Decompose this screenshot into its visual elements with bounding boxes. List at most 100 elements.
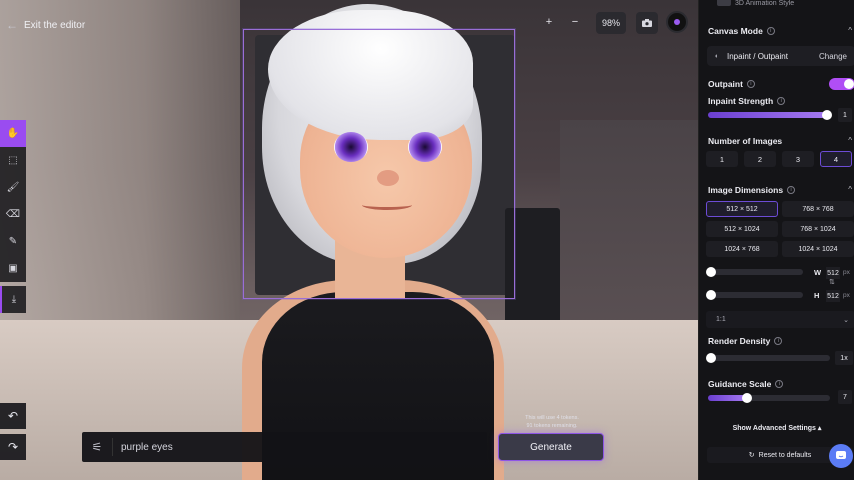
- token-note-line1: This will use 4 tokens.: [525, 415, 579, 421]
- num-images-options: 1 2 3 4: [706, 151, 852, 167]
- num-images-option-2[interactable]: 2: [744, 151, 776, 167]
- exit-editor-label: Exit the editor: [24, 19, 86, 31]
- image-dimensions-title: Image Dimensions i: [708, 185, 796, 195]
- background-window: [0, 0, 240, 330]
- sliders-icon[interactable]: ⚟: [82, 440, 112, 454]
- info-icon[interactable]: i: [766, 27, 775, 35]
- canvas-mode-title: Canvas Mode i: [708, 26, 775, 36]
- chevron-down-icon: ⌄: [843, 316, 849, 324]
- chat-support-icon[interactable]: [829, 444, 853, 468]
- dimension-option[interactable]: 1024 × 1024: [782, 241, 854, 257]
- num-images-option-1[interactable]: 1: [706, 151, 738, 167]
- generate-button[interactable]: Generate: [498, 433, 604, 461]
- swap-icon[interactable]: ⇅: [829, 278, 835, 286]
- outpaint-toggle[interactable]: [829, 78, 854, 90]
- slider-fill: [708, 112, 828, 118]
- num-images-title: Number of Images: [708, 136, 782, 146]
- dimension-option[interactable]: 768 × 768: [782, 201, 854, 217]
- slider-knob[interactable]: [742, 393, 753, 403]
- render-density-slider[interactable]: [706, 353, 830, 363]
- height-unit: px: [843, 292, 850, 299]
- info-icon[interactable]: i: [777, 97, 786, 105]
- aspect-ratio-value: 1:1: [716, 316, 726, 323]
- style-name: 3D Animation Style: [735, 0, 795, 7]
- render-density-label: Render Density: [708, 336, 771, 346]
- canvas-mode-value: Inpaint / Outpaint: [727, 51, 788, 61]
- selection-frame[interactable]: [243, 29, 515, 299]
- canvas-mode-label: Canvas Mode: [708, 26, 763, 36]
- outpaint-title: Outpaint i: [708, 79, 755, 89]
- editor-canvas[interactable]: ← Exit the editor + − 98% ✋ ⬚ 🖌 ⌫ ✎ ▣ ⤓ …: [0, 0, 698, 480]
- dimension-options: 512 × 512 768 × 768 512 × 1024 768 × 102…: [706, 201, 854, 257]
- reset-defaults-label: Reset to defaults: [758, 451, 812, 459]
- chevron-up-icon[interactable]: ^: [848, 136, 852, 145]
- arrow-left-icon: ←: [6, 18, 18, 32]
- slider-knob[interactable]: [706, 290, 716, 300]
- guidance-scale-value[interactable]: 7: [838, 390, 852, 404]
- info-icon[interactable]: i: [775, 380, 784, 388]
- canvas-mode-selector: ◐ Inpaint / Outpaint Change: [707, 46, 854, 66]
- prompt-input[interactable]: purple eyes: [121, 442, 173, 453]
- user-avatar[interactable]: [666, 11, 688, 33]
- style-header: 3D Animation Style: [699, 0, 854, 10]
- outpaint-label: Outpaint: [708, 79, 743, 89]
- eraser-tool-icon[interactable]: ⌫: [0, 201, 26, 228]
- exit-editor-link[interactable]: ← Exit the editor: [6, 18, 85, 32]
- guidance-scale-slider[interactable]: [708, 393, 830, 403]
- inpaint-icon: ◐: [714, 52, 720, 60]
- download-icon[interactable]: ⤓: [0, 286, 26, 313]
- inpaint-strength-value[interactable]: 1: [838, 108, 852, 122]
- height-slider[interactable]: [706, 290, 803, 300]
- render-density-title: Render Density i: [708, 336, 783, 346]
- zoom-level[interactable]: 98%: [596, 12, 626, 34]
- info-icon[interactable]: i: [787, 186, 796, 194]
- redo-icon[interactable]: ↷: [0, 434, 26, 460]
- zoom-in-button[interactable]: +: [541, 12, 557, 32]
- prompt-divider: [112, 438, 113, 456]
- guidance-scale-title: Guidance Scale i: [708, 379, 784, 389]
- width-label: W: [814, 268, 822, 277]
- dimension-option[interactable]: 512 × 1024: [706, 221, 778, 237]
- aspect-ratio-select[interactable]: 1:1 ⌄: [706, 311, 854, 328]
- hand-tool-icon[interactable]: ✋: [0, 120, 26, 147]
- tool-bar: ✋ ⬚ 🖌 ⌫ ✎ ▣ ⤓: [0, 120, 26, 313]
- guidance-scale-label: Guidance Scale: [708, 379, 772, 389]
- height-label: H: [814, 291, 820, 300]
- inpaint-strength-label: Inpaint Strength: [708, 96, 774, 106]
- num-images-option-4[interactable]: 4: [820, 151, 852, 167]
- select-tool-icon[interactable]: ⬚: [0, 147, 26, 174]
- camera-icon[interactable]: [636, 12, 658, 34]
- show-advanced-settings-button[interactable]: Show Advanced Settings ▴: [699, 424, 854, 432]
- settings-panel: 3D Animation Style Canvas Mode i ^ ◐ Inp…: [698, 0, 854, 480]
- render-density-value[interactable]: 1x: [835, 351, 853, 365]
- zoom-out-button[interactable]: −: [567, 12, 583, 32]
- chevron-up-icon[interactable]: ^: [848, 185, 852, 194]
- slider-knob[interactable]: [706, 267, 716, 277]
- undo-icon[interactable]: ↶: [0, 403, 26, 429]
- inpaint-strength-slider[interactable]: [708, 110, 832, 120]
- reset-icon: ↻: [748, 452, 755, 459]
- info-icon[interactable]: i: [746, 80, 755, 88]
- info-icon[interactable]: i: [774, 337, 783, 345]
- token-note: This will use 4 tokens. 91 tokens remain…: [498, 414, 606, 430]
- width-unit: px: [843, 269, 850, 276]
- style-thumbnail: [717, 0, 731, 6]
- pencil-tool-icon[interactable]: ✎: [0, 228, 26, 255]
- num-images-option-3[interactable]: 3: [782, 151, 814, 167]
- token-note-line2: 91 tokens remaining.: [526, 423, 578, 429]
- dimension-option[interactable]: 1024 × 768: [706, 241, 778, 257]
- dimension-option[interactable]: 768 × 1024: [782, 221, 854, 237]
- change-mode-button[interactable]: Change: [819, 52, 847, 61]
- inpaint-strength-title: Inpaint Strength i: [708, 96, 786, 106]
- brush-tool-icon[interactable]: 🖌: [0, 174, 26, 201]
- prompt-bar: ⚟ purple eyes: [82, 432, 487, 462]
- dimension-option[interactable]: 512 × 512: [706, 201, 778, 217]
- chevron-up-icon[interactable]: ^: [848, 26, 852, 35]
- image-dimensions-label: Image Dimensions: [708, 185, 784, 195]
- slider-knob[interactable]: [822, 110, 832, 120]
- height-input[interactable]: 512: [826, 290, 840, 302]
- background-shelf: [560, 120, 698, 330]
- slider-knob[interactable]: [706, 353, 716, 363]
- width-slider[interactable]: [706, 267, 803, 277]
- image-tool-icon[interactable]: ▣: [0, 255, 26, 282]
